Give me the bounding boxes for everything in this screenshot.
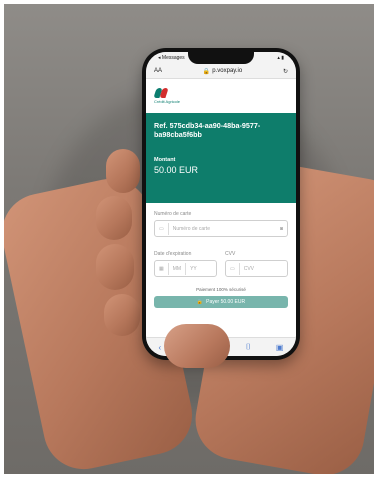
credit-agricole-logo-icon xyxy=(154,88,168,98)
pay-button[interactable]: 🔒 Payer 50.00 EUR xyxy=(154,296,288,308)
expiry-column: Date d'expiration ▦ MM YY xyxy=(154,251,217,277)
brand-logo: Crédit Agricole xyxy=(154,88,180,104)
phone-notch xyxy=(188,52,254,64)
payment-reference: Ref. 575cdb34-aa90-48ba-9577-ba98cba5f6b… xyxy=(154,121,261,139)
photo-background: ◂ Messages ▴ ▮ AA 🔒 p.voxpay.io ↻ Crédit… xyxy=(4,4,374,474)
payment-summary: Ref. 575cdb34-aa90-48ba-9577-ba98cba5f6b… xyxy=(146,113,296,203)
brand-name: Crédit Agricole xyxy=(154,99,181,104)
finger-2 xyxy=(96,196,132,240)
reload-icon[interactable]: ↻ xyxy=(283,68,288,75)
card-icon: ▭ xyxy=(159,225,164,232)
card-number-input[interactable]: ▭ Numéro de carte ◙ xyxy=(154,220,288,237)
pay-button-label: Payer 50.00 EUR xyxy=(206,299,246,305)
text-size-button[interactable]: AA xyxy=(154,68,162,74)
card-back-icon: ▭ xyxy=(230,265,235,272)
expiry-year-placeholder: YY xyxy=(190,265,197,272)
payment-form: Numéro de carte ▭ Numéro de carte ◙ Date… xyxy=(146,203,296,277)
url: p.voxpay.io xyxy=(212,68,243,74)
amount-value: 50.00 EUR xyxy=(154,165,199,175)
browser-url-bar[interactable]: AA 🔒 p.voxpay.io ↻ xyxy=(146,64,296,79)
calendar-icon: ▦ xyxy=(159,265,164,272)
expiry-input[interactable]: ▦ MM YY xyxy=(154,260,217,277)
tabs-icon[interactable]: ▣ xyxy=(276,343,284,352)
expiry-label: Date d'expiration xyxy=(154,251,192,257)
finger-3 xyxy=(96,244,134,290)
back-icon[interactable]: ‹ xyxy=(159,343,162,352)
status-right: ▴ ▮ xyxy=(277,55,284,61)
url-text[interactable]: 🔒 p.voxpay.io xyxy=(203,68,242,75)
cvv-placeholder: CVV xyxy=(243,265,255,272)
field-divider xyxy=(238,262,240,275)
phone-screen: ◂ Messages ▴ ▮ AA 🔒 p.voxpay.io ↻ Crédit… xyxy=(146,52,296,356)
lock-icon: 🔒 xyxy=(202,68,211,75)
cvv-column: CVV ▭ CVV xyxy=(225,251,288,277)
cvv-label: CVV xyxy=(225,251,236,257)
field-divider xyxy=(167,222,169,235)
finger-1 xyxy=(106,149,140,193)
cvv-input[interactable]: ▭ CVV xyxy=(225,260,288,277)
finger-4 xyxy=(104,294,140,336)
card-number-placeholder: Numéro de carte xyxy=(172,225,210,232)
thumb xyxy=(164,324,230,368)
secure-payment-text: Paiement 100% sécurisé xyxy=(196,287,246,292)
amount-label: Montant xyxy=(154,157,176,163)
brand-header: Crédit Agricole xyxy=(146,79,296,113)
bookmarks-icon[interactable]: ⌷ xyxy=(246,342,251,352)
expiry-cvv-row: Date d'expiration ▦ MM YY CVV ▭ CVV xyxy=(154,251,288,277)
camera-icon[interactable]: ◙ xyxy=(280,226,283,232)
expiry-month-placeholder: MM xyxy=(172,265,182,272)
card-number-label: Numéro de carte xyxy=(154,211,192,217)
status-left: ◂ Messages xyxy=(158,55,185,61)
field-divider xyxy=(185,262,187,275)
lock-icon: 🔒 xyxy=(196,299,204,305)
field-divider xyxy=(167,262,169,275)
